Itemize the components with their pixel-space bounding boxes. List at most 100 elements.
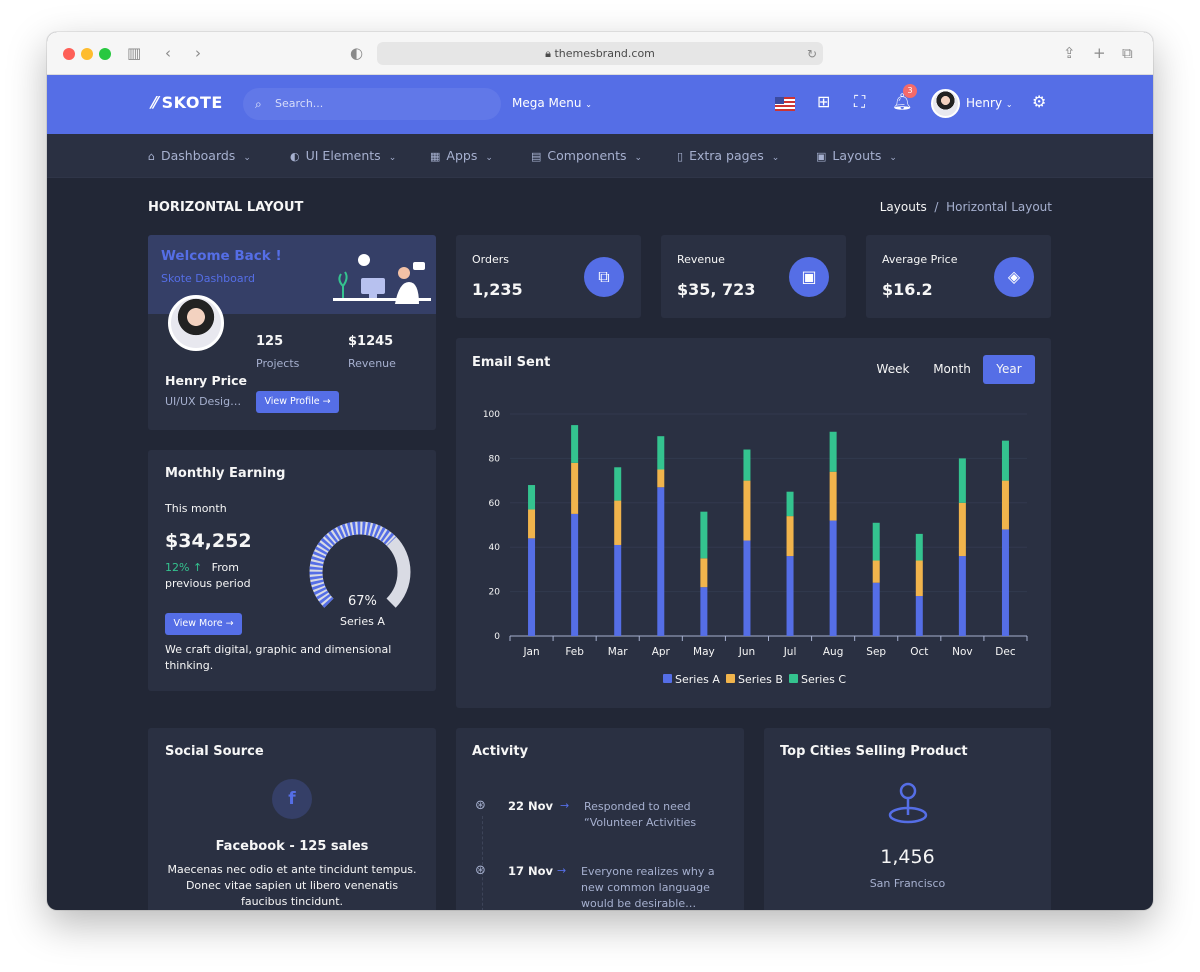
nav-item-layouts[interactable]: ▣ Layouts ⌄ [816,148,897,163]
view-more-button[interactable]: View More → [165,613,242,635]
reload-icon[interactable]: ↻ [807,45,817,63]
brand-logo[interactable]: ⫽ SKOTE [150,93,223,113]
profile-illustration [333,254,431,304]
projects-label: Projects [256,357,300,370]
nav-label: UI Elements [305,148,381,163]
bar-segment [958,458,966,503]
activity-date: 22 Nov [508,799,554,813]
horizontal-nav: ⌂ Dashboards ⌄ ◐ UI Elements ⌄ ▦ Apps ⌄ ▤ Compo… [47,134,1153,178]
bar-segment [915,596,923,636]
card-title: Social Source [165,744,264,759]
profile-role: UI/UX Desig… [165,395,242,408]
zoom-window-button[interactable] [99,48,111,60]
us-flag-icon[interactable] [775,97,795,111]
close-window-button[interactable] [63,48,75,60]
facebook-icon: f [272,779,312,819]
bar-segment [528,509,536,539]
back-icon[interactable]: ‹ [165,44,171,62]
email-sent-chart: 0 20 40 60 80 100 Jan Feb Mar Apr May Jun Jul Aug Sep O… [483,410,1028,686]
page-title: HORIZONTAL LAYOUT [148,200,304,215]
share-icon[interactable]: ⇪ [1063,44,1076,62]
fullscreen-icon[interactable]: ⛶ [854,92,865,112]
welcome-title: Welcome Back ! [161,248,282,264]
view-profile-button[interactable]: View Profile → [256,391,339,413]
minimize-window-button[interactable] [81,48,93,60]
nav-item-apps[interactable]: ▦ Apps ⌄ [430,148,493,163]
nav-item-components[interactable]: ▤ Components ⌄ [531,148,642,163]
stat-card-orders: Orders 1,235 ⧉ [456,235,641,318]
activity-text: new common language [581,881,710,894]
gear-icon[interactable]: ⚙ [1032,92,1046,112]
social-source-card: Social Source f Facebook - 125 sales Mae… [148,728,436,910]
forward-icon[interactable]: › [195,44,201,62]
stat-label: Revenue [677,253,725,266]
bar-segment [786,556,794,636]
activity-date: 17 Nov [508,864,554,878]
x-tick-label: Nov [952,646,973,658]
legend-swatch [663,674,672,683]
bar-segment [528,538,536,636]
x-tick-label: Dec [995,646,1016,658]
bar-segment [700,558,708,588]
bar-segment [700,511,708,559]
revenue-label: Revenue [348,357,396,370]
breadcrumb-current: Horizontal Layout [946,200,1052,214]
profile-avatar[interactable] [168,295,224,351]
city-sales-value: 1,456 [880,846,935,868]
nav-item-ui-elements[interactable]: ◐ UI Elements ⌄ [290,148,396,163]
y-tick-label: 80 [489,454,501,464]
tabs-overview-icon[interactable]: ⧉ [1122,44,1133,62]
apps-grid-icon[interactable]: ⊞ [817,92,830,112]
y-tick-label: 20 [489,588,501,598]
tone-icon: ◐ [290,150,300,163]
search-input[interactable]: ⌕ Search... [243,88,501,120]
user-avatar[interactable] [931,89,960,118]
arrow-circle-icon: ⊛ [475,863,486,878]
earning-period: This month [165,502,227,515]
stat-card-revenue: Revenue $35, 723 ▣ [661,235,846,318]
new-tab-icon[interactable]: + [1093,44,1106,62]
chevron-down-icon: ⌄ [1005,100,1013,109]
sidebar-icon[interactable]: ▥ [127,44,141,62]
user-name: Henry [966,96,1003,110]
bar-segment [700,587,708,636]
y-tick-label: 40 [489,543,501,553]
x-tick-label: Mar [608,646,628,658]
nav-item-dashboards[interactable]: ⌂ Dashboards ⌄ [148,148,251,163]
nav-item-extra-pages[interactable]: ▯ Extra pages ⌄ [677,148,779,163]
mega-menu-button[interactable]: Mega Menu ⌄ [512,96,592,110]
y-tick-label: 100 [483,410,500,420]
components-icon: ▤ [531,150,542,163]
change-text: From [211,561,239,574]
bar-segment [571,425,579,463]
shield-icon[interactable]: ◐ [350,44,363,62]
change-percent: 12% ↑ [165,561,203,574]
social-text: Donec vitae sapien ut libero venenatis [185,879,399,892]
bar-segment [657,436,665,470]
activity-card: Activity ⊛ 22 Nov → Responded to need “V… [456,728,744,910]
browser-toolbar: ▥ ‹ › ◐ 🔒︎ themesbrand.com ↻ ⇪ + ⧉ [47,32,1153,75]
legend-label: Series B [738,673,783,686]
legend-swatch [726,674,735,683]
bar-segment [1001,440,1009,481]
address-bar[interactable]: 🔒︎ themesbrand.com [377,42,823,65]
user-menu-button[interactable]: Henry ⌄ [966,96,1013,110]
chevron-down-icon: ⌄ [771,153,780,163]
stat-label: Average Price [882,253,958,266]
chevron-down-icon: ⌄ [485,153,493,163]
activity-text: would be desirable… [581,897,697,910]
map-pin-icon [888,782,928,824]
bar-segment [958,556,966,636]
stat-value: $16.2 [882,280,933,299]
earning-footer-line2: thinking. [165,659,214,672]
nav-label: Layouts [832,148,882,163]
card-title: Monthly Earning [165,466,286,481]
chevron-down-icon: ⌄ [388,153,397,163]
search-placeholder: Search... [275,97,324,110]
bar-segment [872,582,880,636]
top-cities-card: Top Cities Selling Product 1,456 San Fra… [764,728,1051,910]
x-tick-label: Apr [652,646,671,658]
bar-segment [743,540,751,636]
earning-amount: $34,252 [165,530,252,552]
breadcrumb-link[interactable]: Layouts [880,200,927,214]
